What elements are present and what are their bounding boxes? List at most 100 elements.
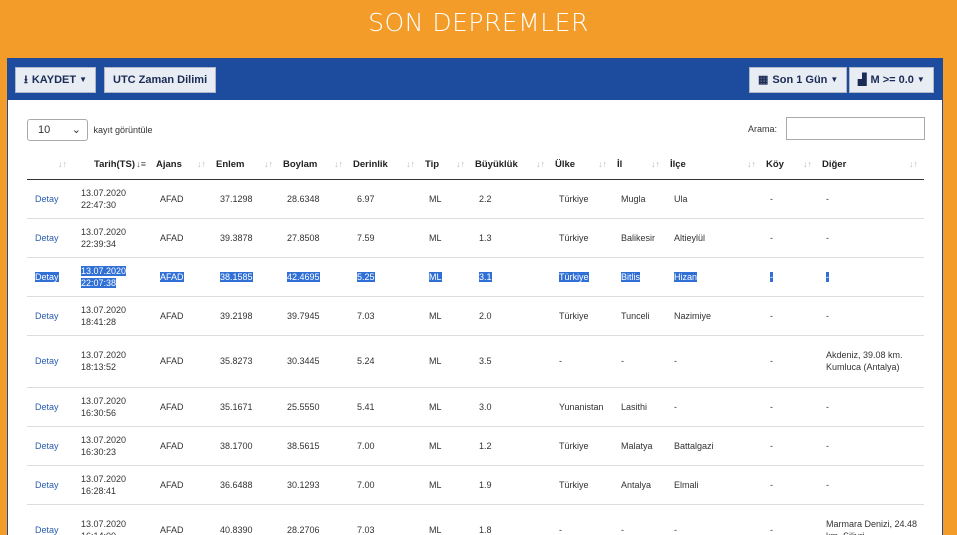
cell-district-value: Ula — [674, 193, 688, 204]
column-header-label: Tarih(TS) — [94, 159, 135, 171]
table-row[interactable]: Detay 13.07.2020 18:13:52 AFAD 35.8273 30.344… — [27, 335, 924, 388]
cell-city: Malatya — [613, 426, 666, 466]
cell-country-value: Türkiye — [559, 271, 589, 282]
cell-mag: 3.5 — [471, 335, 551, 388]
cell-district-value: - — [674, 401, 677, 412]
cell-lon-value: 30.3445 — [287, 356, 320, 366]
cell-type: ML — [421, 504, 471, 535]
column-header-type[interactable]: Tip ↓↑ — [421, 151, 471, 180]
cell-district-value: Altieylül — [674, 232, 706, 243]
cell-lon-value: 28.6348 — [287, 193, 320, 204]
column-header-label: Tip — [425, 159, 440, 171]
table-row[interactable]: Detay 13.07.2020 22:07:38 AFAD 38.1585 42.469… — [27, 257, 924, 297]
cell-agency-value: AFAD — [160, 440, 184, 451]
cell-date: 13.07.2020 16:30:23 — [73, 426, 152, 466]
column-header-detail[interactable]: ↓↑ — [27, 151, 73, 180]
cell-other-value: Akdeniz, 39.08 km. Kumluca (Antalya) — [826, 350, 903, 372]
table-row[interactable]: Detay 13.07.2020 22:47:30 AFAD 37.1298 28.634… — [27, 179, 924, 219]
column-header-mag[interactable]: Büyüklük ↓↑ — [471, 151, 551, 180]
cell-depth: 7.00 — [349, 426, 421, 466]
table-row[interactable]: Detay 13.07.2020 18:41:28 AFAD 39.2198 39.794… — [27, 296, 924, 336]
cell-lat-value: 36.6488 — [220, 479, 253, 490]
table-row[interactable]: Detay 13.07.2020 16:14:00 AFAD 40.8390 28.270… — [27, 504, 924, 535]
cell-detail[interactable]: Detay — [27, 465, 73, 505]
sort-icon: ↓↑ — [197, 159, 206, 169]
search-input[interactable] — [785, 117, 925, 140]
column-header-agency[interactable]: Ajans ↓↑ — [152, 151, 212, 180]
cell-district: Elmali — [666, 465, 762, 505]
cell-detail[interactable]: Detay — [27, 335, 73, 388]
column-header-lon[interactable]: Boylam ↓↑ — [279, 151, 349, 180]
column-header-date[interactable]: Tarih(TS) ↓≡ — [73, 151, 152, 180]
cell-detail-value: Detay — [35, 356, 59, 366]
cell-lon: 25.5550 — [279, 387, 349, 427]
cell-lat-value: 38.1585 — [220, 271, 253, 282]
column-header-village[interactable]: Köy ↓↑ — [762, 151, 818, 180]
column-header-label: Derinlik — [353, 159, 388, 171]
cell-detail[interactable]: Detay — [27, 179, 73, 219]
cell-detail[interactable]: Detay — [27, 504, 73, 535]
cell-agency-value: AFAD — [160, 356, 184, 366]
cell-mag: 1.3 — [471, 218, 551, 258]
cell-village: - — [762, 387, 818, 427]
table-row[interactable]: Detay 13.07.2020 16:30:23 AFAD 38.1700 38.561… — [27, 426, 924, 466]
cell-detail[interactable]: Detay — [27, 296, 73, 336]
cell-city-value: Tunceli — [621, 310, 650, 321]
column-header-other[interactable]: Diğer ↓↑ — [818, 151, 924, 180]
cell-date-value: 13.07.2020 — [81, 265, 127, 276]
column-header-lat[interactable]: Enlem ↓↑ — [212, 151, 279, 180]
cell-depth-value: 5.24 — [357, 356, 375, 366]
cell-country: Türkiye — [551, 257, 613, 297]
cell-other: Marmara Denizi, 24.48 km. Silivri — [818, 504, 924, 535]
cell-depth-value: 7.03 — [357, 310, 375, 321]
sort-icon: ↓↑ — [598, 159, 607, 169]
cell-village-value: - — [770, 401, 773, 412]
cell-detail-value: Detay — [35, 479, 59, 490]
table-row[interactable]: Detay 13.07.2020 22:39:34 AFAD 39.3878 27.850… — [27, 218, 924, 258]
cell-lat: 35.1671 — [212, 387, 279, 427]
cell-lon: 28.6348 — [279, 179, 349, 219]
table-row[interactable]: Detay 13.07.2020 16:30:56 AFAD 35.1671 25.555… — [27, 387, 924, 427]
cell-time-value: 16:14:00 — [81, 531, 116, 535]
cell-country-value: Yunanistan — [559, 401, 604, 412]
cell-village: - — [762, 296, 818, 336]
bar-chart-icon: ▟ — [858, 74, 867, 86]
cell-date-value: 13.07.2020 — [81, 519, 127, 529]
magnitude-filter-button[interactable]: ▟ M >= 0.0 ▼ — [849, 67, 934, 93]
cell-type: ML — [421, 335, 471, 388]
cell-detail-value: Detay — [35, 193, 59, 204]
column-header-district[interactable]: İlçe ↓↑ — [666, 151, 762, 180]
cell-country-value: Türkiye — [559, 310, 589, 321]
sort-icon: ↓↑ — [747, 159, 756, 169]
cell-detail[interactable]: Detay — [27, 387, 73, 427]
cell-lon: 39.7945 — [279, 296, 349, 336]
cell-date-value: 13.07.2020 — [81, 350, 127, 360]
cell-other: - — [818, 257, 924, 297]
cell-lon: 27.8508 — [279, 218, 349, 258]
column-header-city[interactable]: İl ↓↑ — [613, 151, 666, 180]
cell-date-value: 13.07.2020 — [81, 304, 127, 315]
cell-city-value: Malatya — [621, 440, 653, 451]
cell-district-value: - — [674, 525, 677, 535]
cell-lat-value: 37.1298 — [220, 193, 253, 204]
save-button[interactable]: ⭳ KAYDET ▼ — [15, 67, 96, 93]
cell-country-value: Türkiye — [559, 440, 589, 451]
page-length-select[interactable]: 10 ⌄ — [27, 119, 88, 141]
sort-icon: ↓↑ — [406, 159, 415, 169]
cell-time-value: 16:28:41 — [81, 485, 117, 496]
table-row[interactable]: Detay 13.07.2020 16:28:41 AFAD 36.6488 30.129… — [27, 465, 924, 505]
column-header-country[interactable]: Ülke ↓↑ — [551, 151, 613, 180]
cell-detail[interactable]: Detay — [27, 218, 73, 258]
utc-timezone-button[interactable]: UTC Zaman Dilimi — [104, 67, 217, 93]
cell-district: Ula — [666, 179, 762, 219]
cell-lat: 40.8390 — [212, 504, 279, 535]
cell-date: 13.07.2020 18:13:52 — [73, 335, 152, 388]
cell-detail[interactable]: Detay — [27, 426, 73, 466]
cell-city: Balikesir — [613, 218, 666, 258]
column-header-depth[interactable]: Derinlik ↓↑ — [349, 151, 421, 180]
cell-detail-value: Detay — [35, 232, 59, 243]
cell-detail[interactable]: Detay — [27, 257, 73, 297]
period-button[interactable]: ▦ Son 1 Gün ▼ — [749, 67, 848, 93]
cell-lon: 42.4695 — [279, 257, 349, 297]
cell-mag-value: 1.9 — [479, 479, 492, 490]
